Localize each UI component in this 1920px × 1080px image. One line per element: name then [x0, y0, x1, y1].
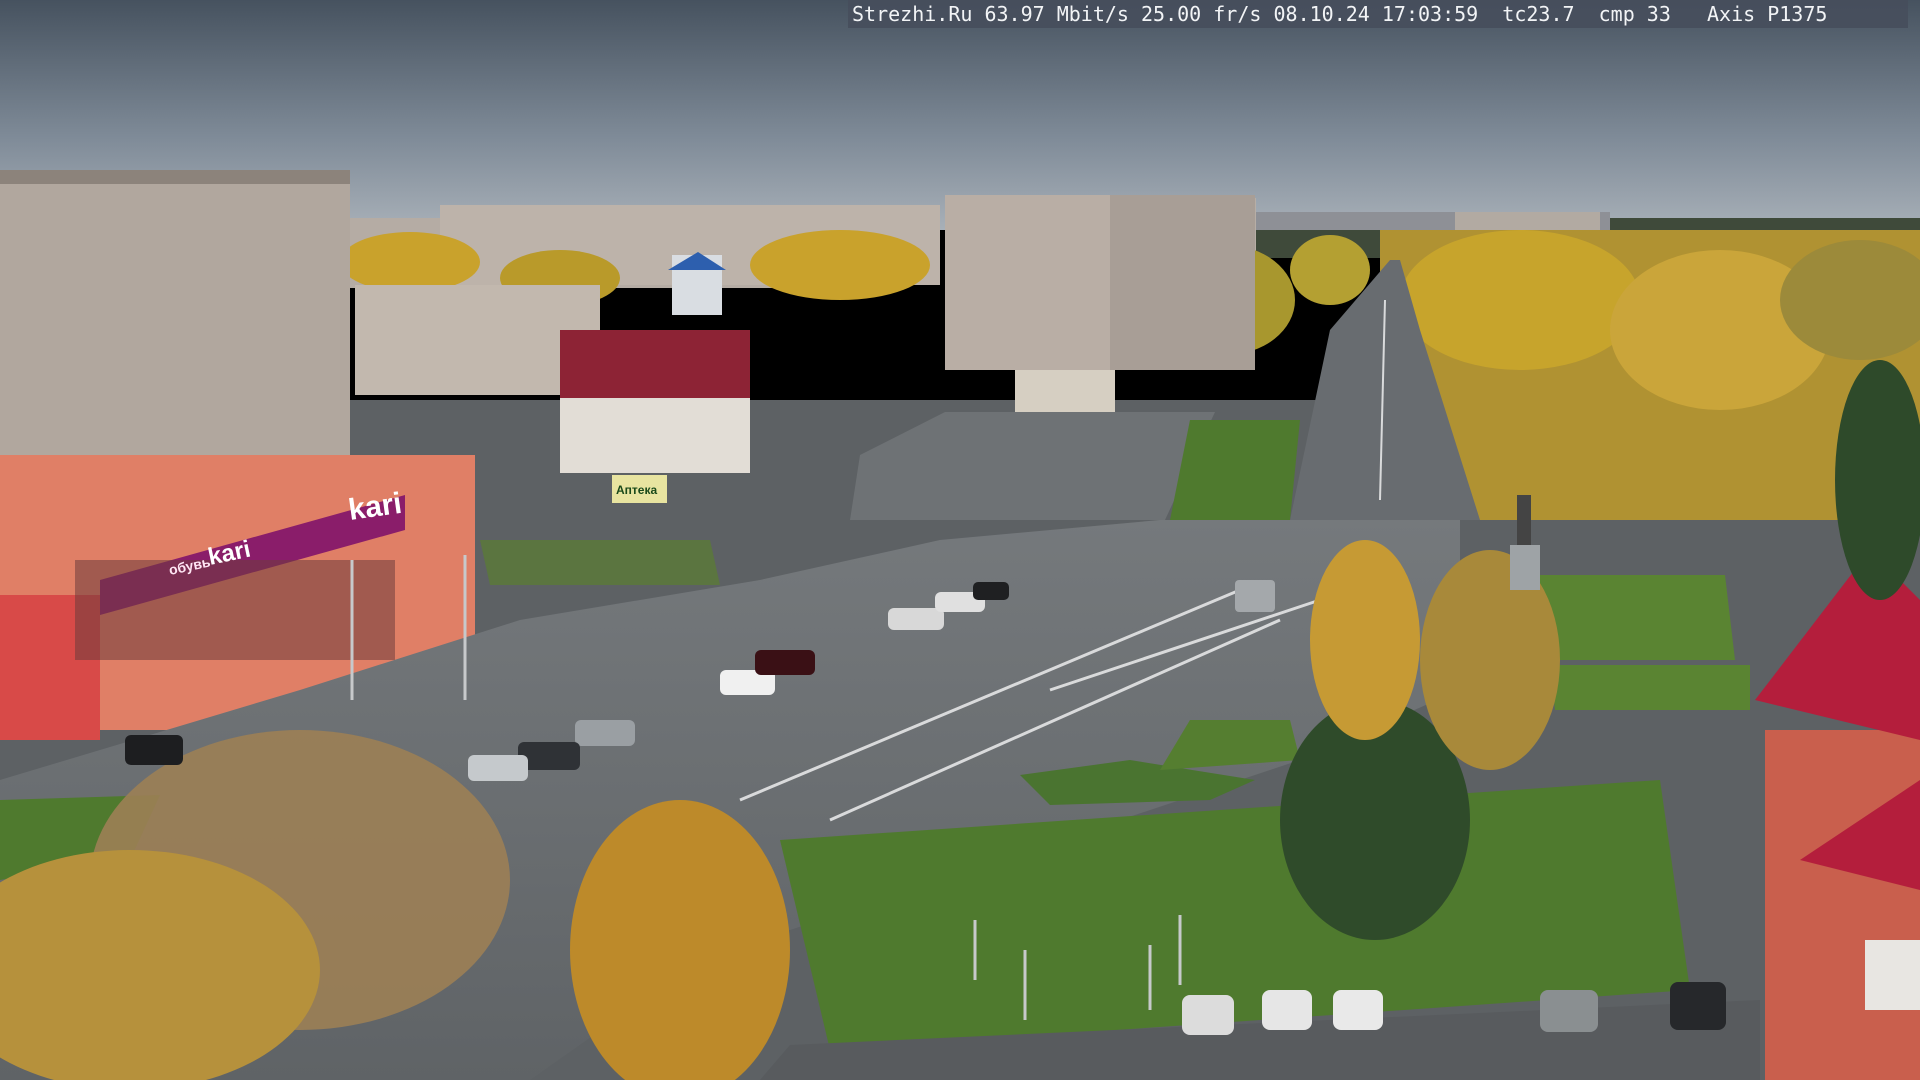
overlay-fps: 25.00 fr/s	[1141, 2, 1262, 26]
camera-info-overlay: Strezhi.Ru 63.97 Mbit/s 25.00 fr/s 08.10…	[848, 0, 1908, 28]
overlay-time: 17:03:59	[1381, 2, 1479, 26]
overlay-site: Strezhi.Ru	[852, 2, 973, 26]
pharmacy-sign: Аптека	[616, 483, 657, 497]
overlay-camera: Axis P1375	[1707, 2, 1828, 26]
overlay-bitrate: 63.97 Mbit/s	[984, 2, 1129, 26]
central-tower	[945, 195, 1255, 418]
webcam-scene: kari kari обувь Аптека	[0, 0, 1920, 1080]
overlay-tc: tc23.7	[1502, 2, 1575, 26]
overlay-date: 08.10.24	[1273, 2, 1370, 26]
red-roof-building	[560, 330, 750, 400]
overlay-cmp: cmp 33	[1598, 2, 1671, 26]
